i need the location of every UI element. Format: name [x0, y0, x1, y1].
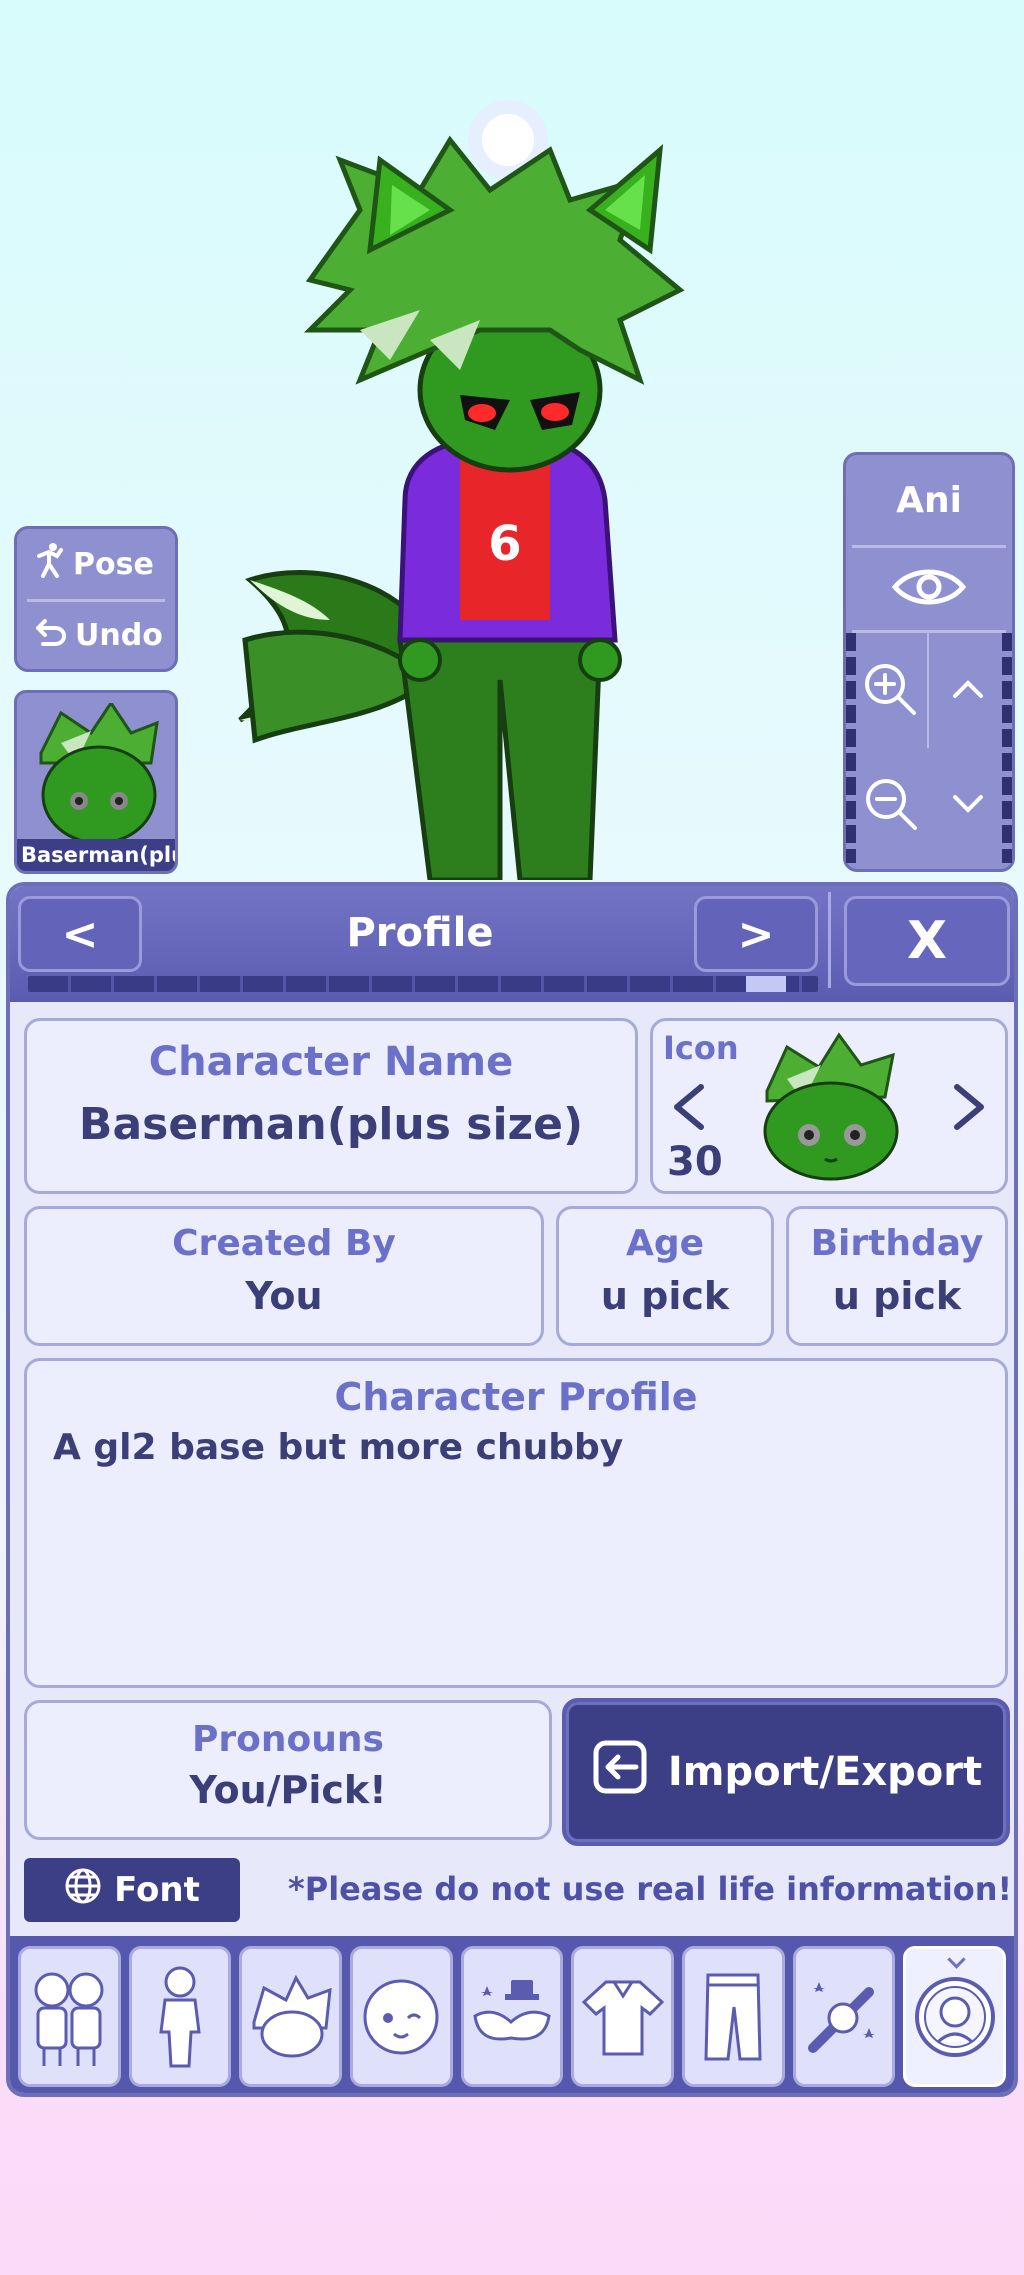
zoom-out-button[interactable] [852, 748, 929, 863]
page-progress-bar [28, 976, 818, 992]
group-icon [34, 1972, 104, 2066]
age-value: u pick [600, 1274, 730, 1318]
character-slot-label: Baserman(plu [17, 839, 175, 871]
move-down-button[interactable] [929, 748, 1006, 863]
top-clothing-icon [581, 1980, 664, 2055]
hair-icon [252, 1974, 332, 2057]
icon-label: Icon [663, 1029, 739, 1067]
tab-bottoms[interactable] [682, 1946, 785, 2087]
character-name-value: Baserman(plus size) [78, 1099, 584, 1150]
age-label: Age [625, 1223, 705, 1264]
font-label: Font [114, 1870, 200, 1910]
tab-props[interactable] [792, 1946, 896, 2087]
character-profile-text: A gl2 base but more chubby [53, 1427, 624, 1468]
created-by-label: Created By [172, 1223, 396, 1264]
title-divider [828, 892, 831, 988]
import-export-label: Import/Export [667, 1749, 983, 1795]
chevron-down-icon [951, 793, 985, 819]
eye-icon [891, 565, 967, 613]
character-name-field[interactable]: Character Name Baserman(plus size) [24, 1018, 638, 1194]
icon-next-button[interactable] [949, 1081, 989, 1137]
character-profile-field[interactable]: Character Profile A gl2 base but more ch… [24, 1358, 1008, 1688]
privacy-warning: *Please do not use real life information… [288, 1870, 1013, 1908]
profile-panel: < Profile > X Character Name Baserman(pl… [6, 882, 1018, 2097]
accessory-icon [473, 1979, 551, 2040]
page-progress-fill [28, 976, 787, 992]
birthday-value: u pick [832, 1274, 962, 1318]
birthday-field[interactable]: Birthday u pick [786, 1206, 1008, 1346]
undo-label: Undo [75, 618, 163, 653]
tab-body[interactable] [128, 1946, 232, 2087]
tab-tops[interactable] [571, 1946, 675, 2087]
profile-icon [914, 1976, 995, 2057]
ani-button[interactable]: Ani [852, 455, 1006, 545]
age-field[interactable]: Age u pick [556, 1206, 774, 1346]
icon-number: 30 [667, 1139, 723, 1185]
animation-panel: Ani [843, 452, 1015, 872]
bottom-clothing-icon [704, 1973, 762, 2060]
tab-profile[interactable] [903, 1946, 1007, 2087]
birthday-label: Birthday [810, 1223, 984, 1264]
chevron-up-icon [951, 678, 985, 704]
zoom-in-icon [862, 661, 918, 721]
close-button[interactable]: X [844, 896, 1010, 986]
pose-undo-panel: Pose Undo [14, 526, 178, 672]
import-icon [590, 1737, 650, 1807]
icon-preview [753, 1031, 909, 1185]
zoom-controls [846, 633, 1012, 863]
zoom-rail-left [846, 633, 856, 863]
character-slot-thumbnail[interactable]: Baserman(plu [14, 690, 178, 874]
next-page-button[interactable]: > [694, 896, 818, 972]
character-head-icon [763, 1032, 899, 1181]
created-by-field[interactable]: Created By You [24, 1206, 544, 1346]
globe-icon [64, 1867, 102, 1914]
panel-title-bar: < Profile > X [10, 886, 1014, 1002]
tab-group[interactable] [18, 1946, 121, 2087]
zoom-out-icon [863, 776, 919, 836]
pose-icon [35, 542, 65, 586]
svg-text:6: 6 [488, 516, 521, 572]
pronouns-field[interactable]: Pronouns You/Pick! [24, 1700, 552, 1840]
icon-selector: Icon 30 [650, 1018, 1008, 1194]
pronouns-label: Pronouns [192, 1719, 384, 1760]
category-tab-bar [10, 1936, 1014, 2093]
tab-hair[interactable] [239, 1946, 343, 2087]
prop-icon [808, 1981, 876, 2053]
chevron-left-icon [674, 1084, 704, 1130]
zoom-in-button[interactable] [852, 633, 929, 748]
body-icon [159, 1966, 201, 2067]
icon-prev-button[interactable] [669, 1081, 709, 1137]
pose-button[interactable]: Pose [17, 529, 175, 599]
character-profile-label: Character Profile [334, 1375, 698, 1419]
character-stage[interactable]: 6 Pose Undo Baserman(plu Ani [0, 0, 1024, 880]
tab-accessories[interactable] [460, 1946, 564, 2087]
face-icon [363, 1979, 439, 2054]
import-export-button[interactable]: Import/Export [562, 1698, 1010, 1846]
undo-button[interactable]: Undo [27, 599, 165, 669]
zoom-rail-right [1002, 633, 1012, 863]
character-name-label: Character Name [148, 1039, 514, 1085]
character-figure[interactable]: 6 [220, 80, 720, 880]
tab-face[interactable] [350, 1946, 453, 2087]
visibility-toggle[interactable] [852, 545, 1006, 633]
move-up-button[interactable] [929, 633, 1006, 748]
font-button[interactable]: Font [24, 1858, 240, 1922]
panel-title: Profile [346, 910, 494, 956]
created-by-value: You [245, 1274, 323, 1318]
pose-label: Pose [73, 546, 154, 582]
previous-page-button[interactable]: < [18, 896, 142, 972]
character-head-icon [39, 703, 159, 843]
undo-icon [35, 617, 67, 655]
chevron-right-icon [954, 1084, 984, 1130]
pronouns-value: You/Pick! [189, 1768, 387, 1812]
